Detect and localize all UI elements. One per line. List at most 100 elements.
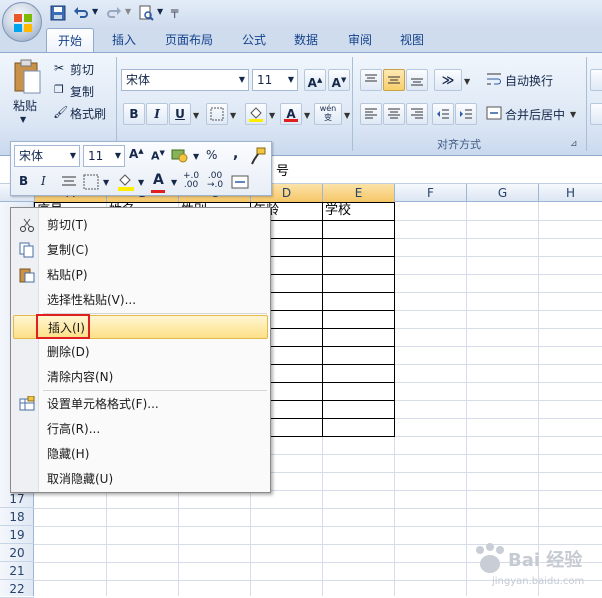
tab-view[interactable]: 视图	[390, 28, 434, 52]
column-header-g[interactable]: G	[466, 184, 538, 202]
fill-color-button[interactable]	[245, 103, 267, 125]
font-color-button[interactable]: A	[280, 103, 302, 125]
wrap-text-button[interactable]: 自动换行	[505, 72, 553, 89]
cut-button[interactable]: 剪切	[70, 61, 94, 78]
menu-item-hide[interactable]: 隐藏(H)	[13, 442, 268, 466]
column-header-f[interactable]: F	[394, 184, 466, 202]
tab-formulas[interactable]: 公式	[232, 28, 276, 52]
phonetic-button[interactable]: wén 变	[314, 103, 342, 125]
row-header-22[interactable]: 22	[0, 580, 34, 598]
menu-item-row-height[interactable]: 行高(R)...	[13, 417, 268, 441]
orientation-dropdown-icon[interactable]: ▼	[464, 77, 470, 86]
customize-qat-icon[interactable]: ╤	[171, 4, 178, 18]
currency-button[interactable]	[590, 103, 602, 125]
mini-font-color-dropdown-icon[interactable]: ▼	[171, 178, 177, 187]
mini-font-color-button[interactable]: A	[153, 172, 164, 188]
menu-item-clear-contents[interactable]: 清除内容(N)	[13, 365, 268, 389]
paste-dropdown-icon[interactable]: ▼	[20, 115, 26, 124]
paste-button[interactable]: 粘贴	[13, 97, 37, 114]
mini-merge-icon[interactable]	[231, 175, 249, 189]
mini-percent-button[interactable]: %	[206, 148, 217, 162]
shrink-font-button[interactable]: A▼	[328, 69, 350, 91]
tab-page-layout[interactable]: 页面布局	[158, 28, 220, 52]
menu-item-copy[interactable]: 复制(C)	[13, 238, 268, 262]
row-header-18[interactable]: 18	[0, 508, 34, 526]
menu-item-unhide[interactable]: 取消隐藏(U)	[13, 467, 268, 491]
print-preview-icon[interactable]	[138, 5, 154, 21]
font-color-dropdown-icon[interactable]: ▼	[304, 111, 310, 120]
grow-font-button[interactable]: A▲	[304, 69, 326, 91]
table-line	[250, 364, 395, 365]
phonetic-dropdown-icon[interactable]: ▼	[344, 111, 350, 120]
menu-item-delete[interactable]: 删除(D)	[13, 340, 268, 364]
mini-comma-button[interactable]: ,	[233, 146, 238, 162]
italic-button[interactable]: I	[146, 103, 168, 125]
mini-font-name-box[interactable]: 宋体 ▼	[14, 145, 80, 167]
dialog-launcher-icon[interactable]: ⊿	[570, 139, 578, 149]
paste-clipboard-icon[interactable]	[12, 59, 42, 95]
font-name-box[interactable]: 宋体 ▼	[121, 69, 249, 91]
mini-align-center-icon[interactable]	[61, 175, 77, 189]
column-header-e[interactable]: E	[322, 184, 394, 202]
mini-format-painter-icon[interactable]	[249, 147, 267, 165]
menu-item-cut[interactable]: 剪切(T)	[13, 213, 268, 237]
borders-button[interactable]	[206, 103, 228, 125]
increase-indent-button[interactable]	[455, 103, 477, 125]
fill-dropdown-icon[interactable]: ▼	[269, 111, 275, 120]
chevron-down-icon: ▼	[69, 151, 76, 160]
number-format-box[interactable]	[590, 69, 602, 91]
mini-decrease-decimal-button[interactable]: .00 →.0	[207, 172, 223, 190]
save-icon[interactable]	[50, 5, 66, 21]
menu-item-paste[interactable]: 粘贴(P)	[13, 263, 268, 287]
cell-e1[interactable]: 学校	[325, 203, 351, 219]
tab-data[interactable]: 数据	[284, 28, 328, 52]
align-center-button[interactable]	[383, 103, 405, 125]
undo-dropdown-icon[interactable]: ▼	[92, 7, 98, 16]
redo-icon[interactable]	[106, 5, 122, 21]
mini-border-icon[interactable]	[83, 174, 99, 190]
mini-accounting-icon[interactable]	[171, 147, 189, 163]
borders-dropdown-icon[interactable]: ▼	[230, 111, 236, 120]
mini-accounting-dropdown-icon[interactable]: ▼	[193, 152, 199, 161]
redo-dropdown-icon[interactable]: ▼	[125, 7, 131, 16]
mini-grow-font-button[interactable]: A▲	[129, 147, 144, 161]
mini-fill-dropdown-icon[interactable]: ▼	[138, 178, 144, 187]
menu-item-paste-special[interactable]: 选择性粘贴(V)...	[13, 288, 268, 312]
bold-button[interactable]: B	[123, 103, 145, 125]
formula-bar-text[interactable]: 号	[276, 160, 289, 179]
align-left-button[interactable]	[360, 103, 382, 125]
column-header-h[interactable]: H	[538, 184, 602, 202]
mini-font-size-box[interactable]: 11 ▼	[83, 145, 125, 167]
underline-button[interactable]: U	[169, 103, 191, 125]
underline-dropdown-icon[interactable]: ▼	[193, 111, 199, 120]
office-button[interactable]	[2, 2, 42, 42]
copy-button[interactable]: 复制	[70, 83, 94, 100]
decrease-indent-button[interactable]	[432, 103, 454, 125]
merge-dropdown-icon[interactable]: ▼	[570, 110, 576, 119]
tab-insert[interactable]: 插入	[102, 28, 146, 52]
format-painter-button[interactable]: 格式刷	[70, 105, 106, 122]
align-top-button[interactable]	[360, 69, 382, 91]
mini-increase-decimal-button[interactable]: +.0 .00	[183, 172, 199, 190]
font-size-box[interactable]: 11 ▼	[252, 69, 298, 91]
mini-border-dropdown-icon[interactable]: ▼	[103, 178, 109, 187]
font-name-value: 宋体	[126, 73, 151, 87]
mini-bold-button[interactable]: B	[19, 174, 28, 188]
row-header-19[interactable]: 19	[0, 526, 34, 544]
row-header-21[interactable]: 21	[0, 562, 34, 580]
align-right-icon	[411, 108, 423, 119]
merge-center-button[interactable]: 合并后居中	[505, 106, 565, 123]
align-right-button[interactable]	[406, 103, 428, 125]
mini-shrink-font-button[interactable]: A▼	[151, 149, 165, 163]
tab-home[interactable]: 开始	[46, 28, 94, 52]
align-middle-button[interactable]	[383, 69, 405, 91]
mini-italic-button[interactable]: I	[41, 174, 46, 188]
mini-fill-color-icon[interactable]	[117, 172, 135, 192]
orientation-button[interactable]: ≫	[434, 69, 462, 91]
row-header-20[interactable]: 20	[0, 544, 34, 562]
tab-review[interactable]: 审阅	[338, 28, 382, 52]
align-bottom-button[interactable]	[406, 69, 428, 91]
undo-icon[interactable]	[73, 5, 89, 21]
menu-item-format-cells[interactable]: 设置单元格格式(F)...	[13, 392, 268, 416]
preview-dropdown-icon[interactable]: ▼	[157, 7, 163, 16]
